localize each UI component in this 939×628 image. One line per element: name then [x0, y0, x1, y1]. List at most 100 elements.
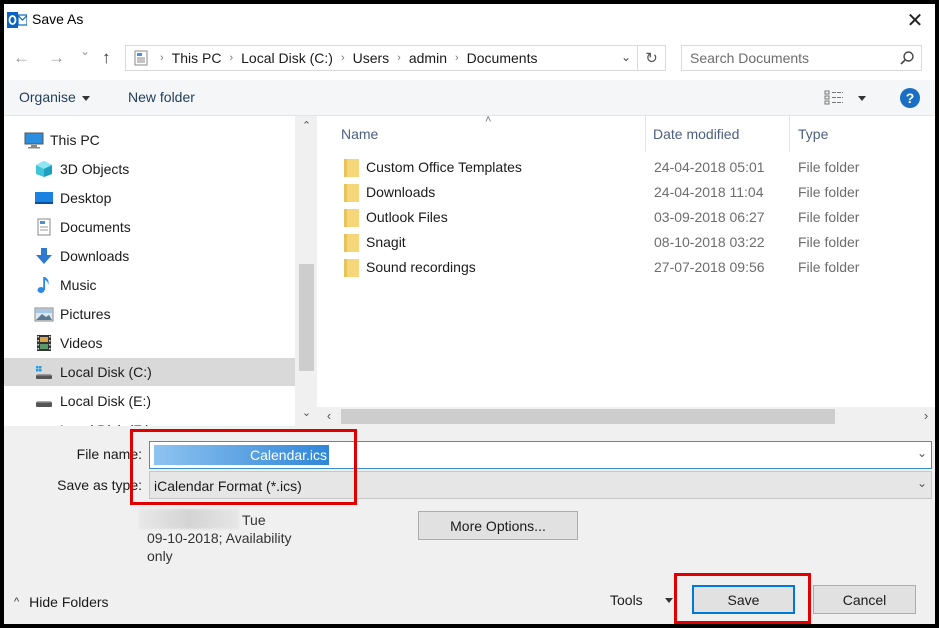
organise-button[interactable]: Organise — [19, 89, 90, 105]
document-icon — [34, 218, 54, 236]
nav-item-label: Desktop — [60, 190, 112, 206]
breadcrumb-admin[interactable]: admin — [409, 50, 447, 66]
new-folder-button[interactable]: New folder — [128, 89, 195, 105]
sort-ascending-icon: ˄ — [485, 114, 492, 126]
file-row[interactable]: Outlook Files 03-09-2018 06:27 File fold… — [317, 205, 917, 230]
address-bar[interactable]: › This PC › Local Disk (C:) › Users › ad… — [125, 45, 666, 71]
scroll-right-icon[interactable]: › — [917, 408, 935, 425]
file-type: File folder — [798, 209, 860, 225]
nav-item-label: 3D Objects — [60, 161, 130, 177]
breadcrumb-documents[interactable]: Documents — [467, 50, 538, 66]
scroll-up-icon[interactable]: ⌃ — [296, 119, 317, 137]
nav-item-label: Local Disk (F:) — [60, 422, 150, 426]
folder-icon — [344, 259, 359, 277]
file-name-input[interactable]: Calendar.ics ⌄ — [149, 441, 932, 469]
organise-label: Organise — [19, 89, 76, 105]
music-note-icon — [34, 276, 54, 294]
command-toolbar: Organise New folder ? — [4, 80, 935, 116]
title-bar: Save As ✕ — [4, 4, 935, 36]
folder-icon — [344, 159, 359, 177]
nav-item-local-disk-f[interactable]: Local Disk (F:) — [4, 416, 295, 426]
address-dropdown-icon[interactable]: ⌄ — [621, 50, 631, 64]
file-row[interactable]: Snagit 08-10-2018 03:22 File folder — [317, 230, 917, 255]
save-as-type-value: iCalendar Format (*.ics) — [154, 478, 302, 494]
forward-button[interactable]: → — [48, 48, 65, 68]
folder-icon — [344, 209, 359, 227]
nav-item-downloads[interactable]: Downloads — [4, 242, 295, 270]
scrollbar-thumb[interactable] — [341, 409, 835, 424]
film-icon — [34, 334, 54, 352]
file-date-modified: 08-10-2018 03:22 — [654, 234, 765, 250]
hide-folders-label: Hide Folders — [29, 594, 109, 610]
save-button[interactable]: Save — [692, 585, 795, 614]
column-divider[interactable] — [645, 116, 646, 152]
nav-item-label: Music — [60, 277, 97, 293]
file-list-horizontal-scrollbar[interactable]: ‹ › — [317, 407, 935, 426]
breadcrumb-this-pc[interactable]: This PC — [172, 50, 222, 66]
more-options-button[interactable]: More Options... — [418, 511, 578, 540]
nav-item-label: Local Disk (E:) — [60, 393, 152, 409]
file-date-modified: 27-07-2018 09:56 — [654, 259, 765, 275]
scroll-left-icon[interactable]: ‹ — [320, 408, 338, 425]
file-date-modified: 03-09-2018 06:27 — [654, 209, 765, 225]
recent-locations-button[interactable]: ⌄ — [80, 44, 90, 58]
save-as-type-select[interactable]: iCalendar Format (*.ics) ⌄ — [149, 471, 932, 499]
tools-button[interactable]: Tools — [610, 592, 673, 608]
nav-item-this-pc[interactable]: This PC — [4, 126, 295, 154]
breadcrumb-users[interactable]: Users — [353, 50, 390, 66]
navigation-bar: ← → ⌄ ↑ › This PC › Local Disk (C:) › Us… — [4, 36, 935, 80]
column-header-type[interactable]: Type — [798, 116, 828, 152]
search-input[interactable] — [690, 46, 890, 70]
caret-down-icon — [664, 597, 673, 603]
file-row[interactable]: Custom Office Templates 24-04-2018 05:01… — [317, 155, 917, 180]
scroll-down-icon[interactable]: ⌄ — [296, 406, 317, 424]
chevron-up-icon: ^ — [14, 596, 20, 608]
nav-item-videos[interactable]: Videos — [4, 329, 295, 357]
nav-item-local-disk-c[interactable]: Local Disk (C:) — [4, 358, 295, 386]
nav-item-label: Downloads — [60, 248, 130, 264]
outlook-icon — [7, 12, 27, 28]
help-icon[interactable]: ? — [900, 88, 920, 108]
search-box — [681, 45, 922, 71]
back-button[interactable]: ← — [13, 48, 30, 68]
cancel-button[interactable]: Cancel — [813, 585, 916, 614]
save-as-type-dropdown-icon[interactable]: ⌄ — [917, 476, 927, 490]
close-button[interactable]: ✕ — [895, 4, 935, 36]
nav-item-3d-objects[interactable]: 3D Objects — [4, 155, 295, 183]
refresh-button[interactable]: ↻ — [637, 46, 665, 70]
file-row[interactable]: Downloads 24-04-2018 11:04 File folder — [317, 180, 917, 205]
breadcrumb-separator-icon: › — [454, 52, 459, 64]
nav-pane-vertical-scrollbar[interactable]: ⌃ ⌄ — [296, 116, 317, 426]
meta-day: Tue — [242, 512, 266, 528]
scrollbar-thumb[interactable] — [299, 264, 314, 371]
file-name: Snagit — [366, 234, 406, 250]
meta-only: only — [147, 548, 173, 564]
nav-item-desktop[interactable]: Desktop — [4, 184, 295, 212]
file-row[interactable]: Sound recordings 27-07-2018 09:56 File f… — [317, 255, 917, 280]
drive-icon — [34, 421, 54, 426]
breadcrumb-separator-icon: › — [340, 52, 345, 64]
view-details-icon[interactable] — [824, 90, 844, 106]
nav-item-documents[interactable]: Documents — [4, 213, 295, 241]
file-name: Sound recordings — [366, 259, 476, 275]
nav-item-label: Videos — [60, 335, 103, 351]
up-button[interactable]: ↑ — [102, 48, 111, 68]
view-options-dropdown-icon[interactable] — [858, 96, 866, 101]
file-name: Downloads — [366, 184, 436, 200]
file-name-dropdown-icon[interactable]: ⌄ — [917, 446, 927, 460]
nav-item-pictures[interactable]: Pictures — [4, 300, 295, 328]
windows-drive-icon — [34, 363, 54, 381]
folder-icon — [344, 234, 359, 252]
column-header-date-modified[interactable]: Date modified — [653, 116, 739, 152]
column-divider[interactable] — [789, 116, 790, 152]
caret-down-icon — [81, 95, 90, 101]
file-date-modified: 24-04-2018 11:04 — [654, 184, 764, 200]
breadcrumb-local-disk-c[interactable]: Local Disk (C:) — [241, 50, 333, 66]
desktop-icon — [34, 189, 54, 207]
hide-folders-button[interactable]: ^ Hide Folders — [14, 594, 109, 610]
column-header-name[interactable]: Name — [341, 116, 378, 152]
breadcrumb-separator-icon: › — [229, 52, 234, 64]
search-icon[interactable] — [899, 50, 915, 66]
nav-item-local-disk-e[interactable]: Local Disk (E:) — [4, 387, 295, 415]
nav-item-music[interactable]: Music — [4, 271, 295, 299]
